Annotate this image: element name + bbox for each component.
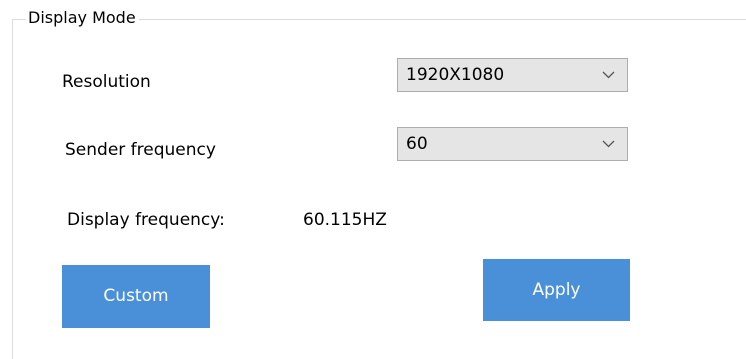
resolution-select[interactable]: 1920X1080 (397, 58, 628, 92)
chevron-down-icon (602, 71, 615, 79)
sender-frequency-label: Sender frequency (65, 140, 216, 160)
chevron-down-icon (602, 140, 615, 148)
display-frequency-value: 60.115HZ (303, 210, 387, 230)
sender-frequency-value: 60 (406, 134, 428, 154)
resolution-label: Resolution (62, 72, 151, 92)
resolution-value: 1920X1080 (406, 65, 505, 85)
display-frequency-label: Display frequency: (67, 210, 225, 230)
sender-frequency-select[interactable]: 60 (397, 127, 628, 161)
apply-button[interactable]: Apply (483, 259, 630, 321)
custom-button[interactable]: Custom (62, 265, 210, 328)
group-title: Display Mode (26, 8, 139, 28)
